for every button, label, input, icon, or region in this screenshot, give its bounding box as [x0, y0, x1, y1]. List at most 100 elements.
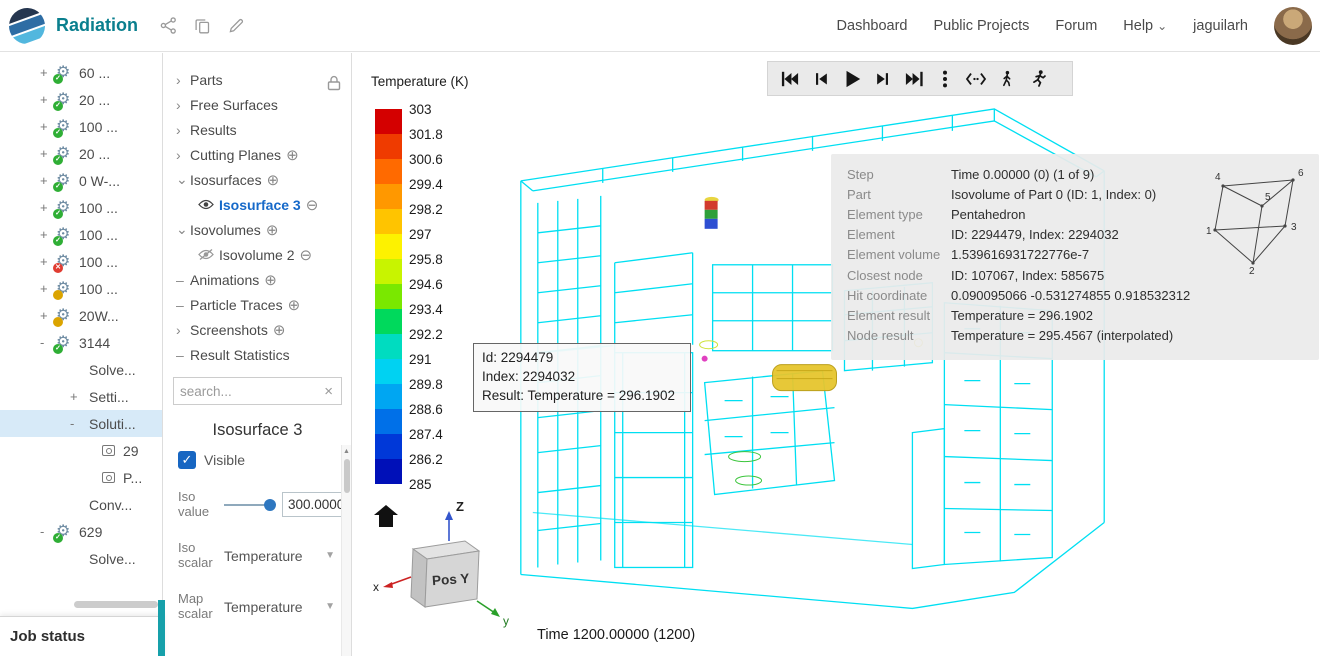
add-icon[interactable]: ⊕ — [273, 321, 286, 339]
tree-item[interactable]: + ⚙ ✓ 60 ... — [0, 59, 162, 86]
status-ok-icon: ✓ — [53, 73, 63, 84]
tree-item-particle-traces[interactable]: – Particle Traces ⊕ — [164, 292, 351, 317]
legend-tick-label: 294.6 — [409, 277, 443, 292]
tree-item[interactable]: + ⚙ ✓ 100 ... — [0, 194, 162, 221]
nav-public-projects[interactable]: Public Projects — [933, 18, 1029, 34]
add-icon[interactable]: ⊕ — [267, 171, 280, 189]
clear-search-icon[interactable]: × — [322, 383, 335, 400]
simulation-gear-icon: ⚙ ✓ — [53, 334, 76, 354]
tree-item[interactable]: + ⚙ 100 ... — [0, 275, 162, 302]
tree-item-isosurface-3[interactable]: Isosurface 3 ⊖ — [164, 192, 351, 217]
add-icon[interactable]: ⊕ — [286, 146, 299, 164]
lock-icon[interactable] — [327, 75, 341, 91]
walk-mode-button[interactable] — [991, 64, 1022, 93]
tree-item[interactable]: + ⚙ ✕ 100 ... — [0, 248, 162, 275]
tree-item-isovolume-2[interactable]: Isovolume 2 ⊖ — [164, 242, 351, 267]
search-input[interactable] — [180, 383, 323, 399]
tree-item-result-statistics[interactable]: – Result Statistics — [164, 342, 351, 367]
tree-item-label: 100 ... — [79, 280, 118, 297]
nav-help[interactable]: Help ⌄ — [1123, 18, 1167, 34]
run-mode-button[interactable] — [1022, 64, 1053, 93]
skip-to-end-button[interactable] — [898, 64, 929, 93]
legend-color-band — [375, 409, 402, 434]
render-viewport[interactable]: Temperature (K) 303 301.8 300.6 299.4 298.2 2… — [353, 53, 1320, 656]
tree-item-screenshots[interactable]: › Screenshots ⊕ — [164, 317, 351, 342]
scrollbar-thumb[interactable] — [343, 459, 350, 493]
tree-item[interactable]: + ⚙ ✓ 0 W-... — [0, 167, 162, 194]
tree-item-isovolumes[interactable]: ⌄ Isovolumes ⊕ — [164, 217, 351, 242]
tree-item[interactable]: + ⚙ ✓ 20 ... — [0, 86, 162, 113]
navigation-cube[interactable]: Z Pos Y x y — [353, 493, 533, 643]
tree-item-settings[interactable]: + Setti... — [0, 383, 162, 410]
eye-visible-icon[interactable] — [198, 199, 214, 210]
step-forward-button[interactable] — [867, 64, 898, 93]
iso-scalar-label: Iso scalar — [178, 539, 213, 570]
add-icon[interactable]: ⊕ — [288, 296, 301, 314]
info-value: 0.090095066 -0.531274855 0.918532312 — [951, 287, 1191, 303]
tree-item-629[interactable]: - ⚙ ✓ 629 — [0, 518, 162, 545]
dropdown-caret-icon[interactable]: ▼ — [325, 550, 335, 561]
camera-icon — [102, 445, 115, 456]
nav-dashboard[interactable]: Dashboard — [837, 18, 908, 34]
iso-value-slider[interactable] — [224, 498, 276, 511]
map-scalar-select[interactable]: Temperature — [224, 599, 303, 615]
legend-tick-label: 298.2 — [409, 202, 443, 217]
share-icon[interactable] — [160, 17, 177, 34]
collapse-icon[interactable]: - — [70, 416, 86, 431]
scroll-up-icon[interactable]: ▲ — [342, 445, 351, 455]
info-label: Element result — [847, 307, 931, 323]
tree-item-animations[interactable]: – Animations ⊕ — [164, 267, 351, 292]
avatar[interactable] — [1274, 6, 1312, 45]
tree-item-isosurfaces[interactable]: ⌄ Isosurfaces ⊕ — [164, 167, 351, 192]
accent-strip — [158, 600, 165, 656]
add-icon[interactable]: ⊕ — [266, 221, 279, 239]
visible-checkbox[interactable]: ✓ — [178, 451, 196, 469]
edit-pencil-icon[interactable] — [228, 18, 244, 34]
eye-hidden-icon[interactable] — [198, 249, 214, 260]
tree-item-free-surfaces[interactable]: › Free Surfaces — [164, 92, 351, 117]
tree-item-screenshot[interactable]: 29 — [0, 437, 162, 464]
expand-icon[interactable]: + — [70, 389, 86, 404]
nav-forum[interactable]: Forum — [1055, 18, 1097, 34]
tree-item-convergence[interactable]: Conv... — [0, 491, 162, 518]
play-button[interactable] — [836, 64, 867, 93]
tree-item[interactable]: + ⚙ ✓ 20 ... — [0, 140, 162, 167]
step-back-button[interactable] — [805, 64, 836, 93]
tree-item-screenshot[interactable]: P... — [0, 464, 162, 491]
tree-item[interactable]: + ⚙ ✓ 100 ... — [0, 221, 162, 248]
username[interactable]: jaguilarh — [1193, 18, 1248, 34]
job-status-bar[interactable]: Job status — [0, 616, 164, 656]
tree-item-solver[interactable]: Solve... — [0, 356, 162, 383]
tree-item-3144[interactable]: - ⚙ ✓ 3144 — [0, 329, 162, 356]
camera-icon — [102, 472, 115, 483]
tree-item-solver[interactable]: Solve... — [0, 545, 162, 572]
chevron-down-icon: ⌄ — [176, 221, 188, 237]
dropdown-caret-icon[interactable]: ▼ — [325, 601, 335, 612]
keyframes-button[interactable] — [960, 64, 991, 93]
iso-value-input[interactable] — [282, 492, 348, 518]
svg-text:Z: Z — [456, 499, 464, 514]
tree-item-parts[interactable]: › Parts — [164, 67, 351, 92]
add-icon[interactable]: ⊕ — [264, 271, 277, 289]
slider-thumb[interactable] — [264, 498, 276, 511]
iso-scalar-select[interactable]: Temperature — [224, 548, 303, 564]
tree-item[interactable]: + ⚙ 20W... — [0, 302, 162, 329]
tree-item-label: Particle Traces — [190, 296, 283, 313]
skip-to-start-button[interactable] — [774, 64, 805, 93]
tree-item-solution-selected[interactable]: - Soluti... — [0, 410, 162, 437]
chevron-right-icon: › — [176, 71, 181, 88]
vertical-scrollbar[interactable]: ▲ — [341, 445, 351, 656]
remove-icon[interactable]: ⊖ — [299, 246, 312, 264]
horizontal-scrollbar[interactable] — [74, 601, 158, 608]
svg-text:x: x — [373, 580, 379, 594]
remove-icon[interactable]: ⊖ — [306, 196, 319, 214]
simulation-gear-icon: ⚙ ✓ — [53, 145, 76, 165]
dash-icon: – — [176, 346, 184, 363]
copy-icon[interactable] — [195, 18, 210, 34]
more-options-button[interactable] — [929, 64, 960, 93]
tree-item-label: Conv... — [89, 496, 133, 513]
tree-item-cutting-planes[interactable]: › Cutting Planes ⊕ — [164, 142, 351, 167]
tree-item-results[interactable]: › Results — [164, 117, 351, 142]
legend-tick-label: 287.4 — [409, 427, 443, 442]
tree-item[interactable]: + ⚙ ✓ 100 ... — [0, 113, 162, 140]
